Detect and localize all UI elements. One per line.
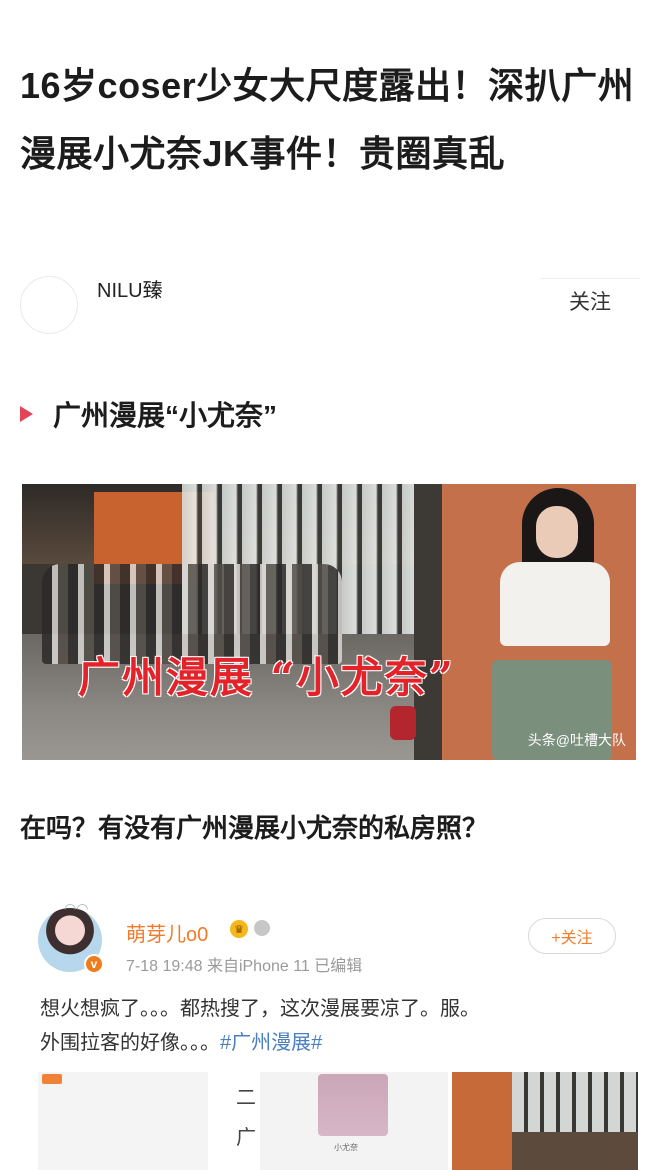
thumb-2-text: 二 广 <box>236 1087 256 1149</box>
photo-red-bag <box>390 706 416 740</box>
weibo-image-thumb-4[interactable] <box>452 1072 638 1170</box>
article-title: 16岁coser少女大尺度露出！深扒广州漫展小尤奈JK事件！贵圈真乱 <box>20 65 635 174</box>
weibo-post-card[interactable]: ◠◠ v 萌芽儿o0 ♛ 7-18 19:48 来自iPhone 11 已编辑 … <box>20 880 638 1170</box>
thumb-3-portrait <box>318 1074 388 1136</box>
author-name[interactable]: NILU臻 <box>97 274 163 303</box>
photo-watermark: 头条@吐槽大队 <box>527 732 626 748</box>
follow-button[interactable]: 关注 <box>540 278 640 322</box>
weibo-image-thumb-3[interactable]: 小尤奈 <box>260 1072 448 1170</box>
photo-person-face <box>536 506 578 558</box>
medal-icon <box>254 920 270 936</box>
photo-overlay-caption: 广州漫展 “小尤奈” <box>78 653 455 702</box>
weibo-post-meta: 7-18 19:48 来自iPhone 11 已编辑 <box>126 958 363 975</box>
weibo-text-line1: 想火想疯了。。。都热搜了，这次漫展要凉了。服。 <box>40 998 480 1020</box>
verified-badge-icon: v <box>84 954 104 974</box>
vip-crown-icon: ♛ <box>230 920 248 938</box>
section-heading-text: 广州漫展“小尤奈” <box>53 400 278 431</box>
weibo-image-grid: 二 广 小尤奈 <box>38 1072 638 1170</box>
weibo-text-line2: 外围拉客的好像。。。#广州漫展# <box>40 1026 620 1060</box>
article-photo[interactable]: 广州漫展 “小尤奈” 头条@吐槽大队 <box>22 484 636 760</box>
weibo-follow-button[interactable]: +关注 <box>528 918 616 954</box>
photo-pillar <box>414 484 444 760</box>
author-row: NILU臻 关注 <box>0 270 658 340</box>
triangle-bullet-icon <box>20 406 33 422</box>
thumb-4-wall <box>452 1072 512 1170</box>
thumb-3-caption: 小尤奈 <box>334 1143 358 1152</box>
thumb-4-windows <box>512 1072 638 1132</box>
cat-ears-icon: ◠◠ <box>64 900 89 916</box>
weibo-user-name[interactable]: 萌芽儿o0 <box>126 918 208 947</box>
weibo-text-line2-prefix: 外围拉客的好像。。。 <box>40 1032 220 1054</box>
weibo-hashtag-link[interactable]: #广州漫展# <box>220 1032 322 1054</box>
weibo-post-text: 想火想疯了。。。都热搜了，这次漫展要凉了。服。 外围拉客的好像。。。#广州漫展# <box>40 992 620 1060</box>
weibo-image-thumb-2[interactable]: 二 广 <box>214 1072 256 1170</box>
section-heading: 广州漫展“小尤奈” <box>20 392 277 436</box>
photo-person-shirt <box>500 562 610 646</box>
weibo-image-thumb-1[interactable] <box>38 1072 208 1170</box>
author-avatar[interactable] <box>20 276 78 334</box>
article-question: 在吗？有没有广州漫展小尤奈的私房照？ <box>20 813 489 843</box>
thumb-1-orange-tag <box>42 1074 62 1084</box>
